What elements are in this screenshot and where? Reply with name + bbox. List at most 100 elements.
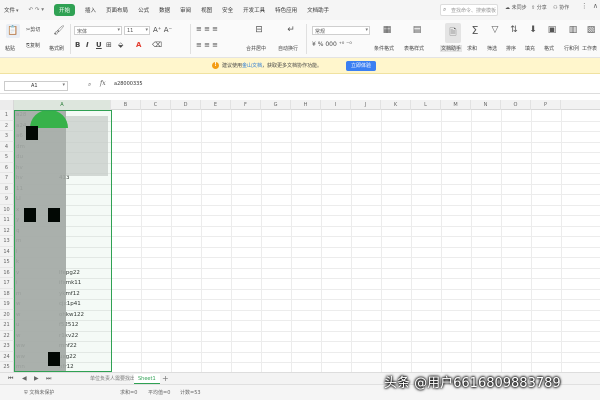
paste-button[interactable]: 粘贴 [5,45,15,52]
protection-status[interactable]: ⛨ 文档未保护 [24,389,54,396]
add-sheet-icon[interactable]: + [162,374,169,383]
format-icon[interactable]: ▣ [545,23,559,37]
notice-link[interactable]: 金山文档 [242,63,262,69]
tab-developer[interactable]: 开发工具 [243,6,265,14]
row-header[interactable]: 24 [0,351,14,362]
tab-special[interactable]: 特色应用 [275,6,297,14]
align-icons-bottom[interactable]: ≡ ≡ ≡ [196,41,218,49]
doc-helper-icon[interactable]: 🗎 [445,23,461,43]
first-sheet-icon[interactable]: ⏮ [8,375,13,383]
tab-page-layout[interactable]: 页面布局 [106,6,128,14]
format-painter-icon[interactable]: 🖌 [52,24,66,38]
select-all-corner[interactable] [0,100,14,110]
format-button[interactable]: 格式 [544,45,554,52]
fill-color-icon[interactable]: ⬙ [118,41,123,49]
row-header[interactable]: 8 [0,183,14,194]
clear-format-icon[interactable]: ⌫ [152,41,162,49]
number-format-select[interactable]: 常规 ▾ [312,26,370,35]
fill-icon[interactable]: ⬇ [526,23,540,37]
row-header[interactable]: 18 [0,288,14,299]
row-header[interactable]: 9 [0,194,14,205]
collapse-icon[interactable]: ∧ [593,2,598,10]
column-header-i[interactable]: I [321,100,351,110]
row-header[interactable]: 23 [0,341,14,352]
column-header-b[interactable]: B [111,100,141,110]
file-menu[interactable]: 文件▾ [4,6,19,14]
tab-home[interactable]: 开始 [54,4,76,16]
table-style-button[interactable]: 表格样式 [404,45,424,52]
row-header[interactable]: 14 [0,246,14,257]
last-sheet-icon[interactable]: ⏭ [46,375,51,383]
command-search-input[interactable]: ⌕ 查找命令、搜索模板 [440,4,498,16]
row-header[interactable]: 10 [0,204,14,215]
tab-data[interactable]: 数据 [159,6,170,14]
table-style-icon[interactable]: ▤ [410,23,424,37]
column-header-d[interactable]: D [171,100,201,110]
tab-view[interactable]: 视图 [201,6,212,14]
bold-icon[interactable]: B [75,41,80,49]
column-header-n[interactable]: N [471,100,501,110]
row-header[interactable]: 3 [0,131,14,142]
formula-input[interactable]: a28000335 [110,81,590,91]
row-header[interactable]: 25 [0,362,14,372]
try-now-button[interactable]: 立即体验 [346,61,377,71]
font-size-select[interactable]: 11 ▾ [124,26,150,35]
column-header-h[interactable]: H [291,100,321,110]
column-header-c[interactable]: C [141,100,171,110]
underline-icon[interactable]: U [96,41,102,49]
row-header[interactable]: 1 [0,110,14,121]
row-header[interactable]: 5 [0,152,14,163]
sort-icon[interactable]: ⇅ [507,23,521,37]
row-header[interactable]: 15 [0,257,14,268]
paste-icon[interactable]: 📋 [6,24,20,38]
column-header-a[interactable]: A [14,100,111,110]
wrap-text-button[interactable]: 自动换行 [278,45,298,52]
number-format-icons[interactable]: ¥ % 000 ⁺⁰ ⁻⁰ [312,41,352,48]
row-header[interactable]: 22 [0,330,14,341]
tab-security[interactable]: 安全 [222,6,233,14]
undo-redo-icons[interactable]: ↶ ↷ ▾ [29,7,44,13]
row-col-button[interactable]: 行和列 [564,45,579,52]
cut-button[interactable]: ✂剪切 [26,26,40,33]
row-header[interactable]: 11 [0,215,14,226]
border-icon[interactable]: ⊞ [106,41,112,49]
row-header[interactable]: 2 [0,120,14,131]
row-header[interactable]: 7 [0,173,14,184]
column-header-f[interactable]: F [231,100,261,110]
tab-review[interactable]: 审阅 [180,6,191,14]
column-header-p[interactable]: P [531,100,561,110]
italic-icon[interactable]: I [86,41,89,49]
row-header[interactable]: 12 [0,225,14,236]
align-icons-top[interactable]: ≡ ≡ ≡ [196,25,218,33]
merge-center-icon[interactable]: ⊟ [252,23,266,37]
column-header-o[interactable]: O [501,100,531,110]
tab-doc-helper[interactable]: 文档助手 [307,6,329,14]
next-sheet-icon[interactable]: ▶ [34,375,39,382]
sum-icon[interactable]: Σ [468,23,482,37]
column-header-k[interactable]: K [381,100,411,110]
merge-center-button[interactable]: 合并居中 [246,45,266,52]
more-icon[interactable]: ⋮ [581,2,588,10]
share-button[interactable]: ⇪ 分享 [531,4,547,11]
row-col-icon[interactable]: ▥ [566,23,580,37]
tab-insert[interactable]: 插入 [85,6,96,14]
wrap-text-icon[interactable]: ↵ [284,23,298,37]
font-color-icon[interactable]: A [136,41,141,49]
row-header[interactable]: 20 [0,309,14,320]
sort-button[interactable]: 排序 [506,45,516,52]
row-header[interactable]: 13 [0,236,14,247]
unsynced-button[interactable]: ☁ 未同步 [505,4,527,11]
prev-sheet-icon[interactable]: ◀ [22,375,27,382]
font-name-select[interactable]: 宋体 ▾ [74,26,122,35]
collab-button[interactable]: ⚇ 协作 [553,4,569,11]
format-painter-button[interactable]: 格式刷 [49,45,64,52]
row-header[interactable]: 17 [0,278,14,289]
row-header[interactable]: 6 [0,162,14,173]
name-box[interactable]: A1 ▾ [4,81,68,91]
column-header-e[interactable]: E [201,100,231,110]
conditional-format-icon[interactable]: ▦ [380,23,394,37]
copy-button[interactable]: ⎘复制 [26,42,40,49]
tab-sheet1[interactable]: Sheet1 [134,374,160,384]
font-grow-shrink-icons[interactable]: A⁺ A⁻ [153,26,172,34]
worksheet-button[interactable]: 工作表 [582,45,600,52]
